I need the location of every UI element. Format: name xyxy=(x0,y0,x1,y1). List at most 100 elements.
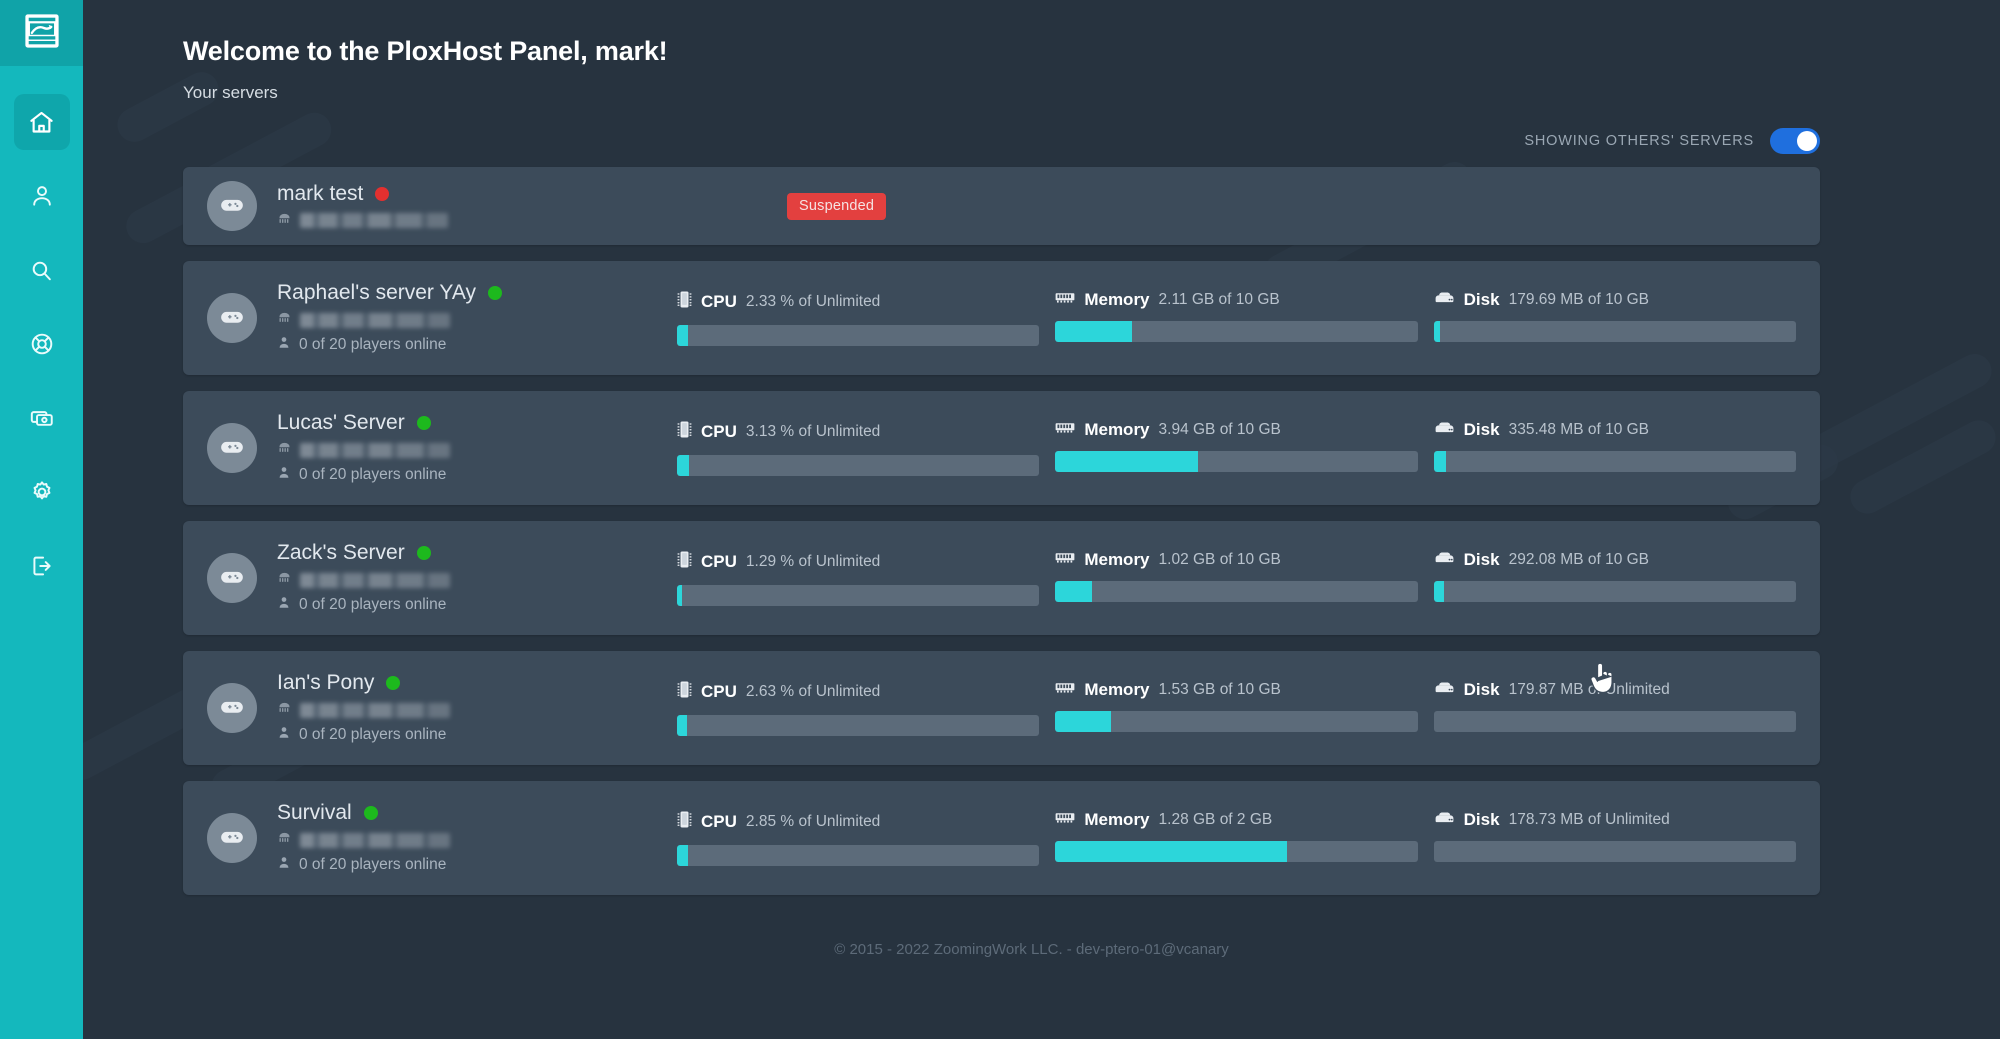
app-logo[interactable] xyxy=(0,0,83,66)
stat-memory: Memory 2.11 GB of 10 GB xyxy=(1055,290,1418,346)
players-online: 0 of 20 players online xyxy=(277,595,450,615)
server-text: Zack's Server 0 of 20 players online xyxy=(277,541,450,615)
server-address xyxy=(277,310,502,330)
home-icon xyxy=(28,109,55,136)
server-row[interactable]: Raphael's server YAy 0 of 20 players onl… xyxy=(183,261,1820,375)
sidebar-item-dashboard[interactable] xyxy=(13,94,70,150)
status-dot-online xyxy=(386,676,401,690)
stat-cpu-bar xyxy=(677,455,1040,476)
memory-icon xyxy=(1055,680,1075,700)
sidebar-item-account[interactable] xyxy=(14,168,70,224)
players-online-label: 0 of 20 players online xyxy=(299,336,447,353)
disk-icon xyxy=(1434,680,1455,700)
network-icon xyxy=(277,310,292,330)
show-others-toggle[interactable] xyxy=(1770,128,1820,154)
main-area: Welcome to the PloxHost Panel, mark! You… xyxy=(83,0,2000,1039)
cpu-icon xyxy=(677,290,692,314)
server-name-line: mark test xyxy=(277,182,448,206)
avatar xyxy=(207,553,257,603)
players-icon xyxy=(277,725,291,745)
status-dot-online xyxy=(487,286,502,300)
stat-cpu-bar-fill xyxy=(677,585,683,606)
stat-disk: Disk 179.87 MB of Unlimited xyxy=(1433,680,1796,736)
stat-disk: Disk 178.73 MB of Unlimited xyxy=(1433,810,1796,866)
server-identity: Ian's Pony 0 of 20 players online xyxy=(207,671,677,745)
stat-memory-header: Memory 1.53 GB of 10 GB xyxy=(1055,680,1417,700)
stat-cpu-bar-fill xyxy=(677,325,688,346)
stat-cpu-header: CPU 2.33 % of Unlimited xyxy=(677,290,1039,314)
stat-memory: Memory 1.28 GB of 2 GB xyxy=(1055,810,1418,866)
network-icon xyxy=(277,570,292,590)
avatar xyxy=(207,293,257,343)
stat-disk: Disk 335.48 MB of 10 GB xyxy=(1433,420,1796,476)
redacted-ip-address xyxy=(300,572,450,588)
stat-memory-bar-fill xyxy=(1055,321,1132,342)
sidebar-item-support[interactable] xyxy=(14,316,70,372)
stat-memory-bar-fill xyxy=(1055,451,1199,472)
server-row[interactable]: Zack's Server 0 of 20 players online CPU… xyxy=(183,521,1820,635)
stat-memory-bar-fill xyxy=(1055,711,1111,732)
gamepad-icon xyxy=(219,693,245,724)
sidebar-item-billing[interactable] xyxy=(14,390,70,446)
server-identity: Zack's Server 0 of 20 players online xyxy=(207,541,677,615)
stat-memory-header: Memory 2.11 GB of 10 GB xyxy=(1055,290,1417,310)
stat-disk-label: Disk xyxy=(1463,680,1500,699)
stat-cpu-label: CPU xyxy=(701,292,737,311)
memory-icon xyxy=(1055,550,1075,570)
show-others-label: SHOWING OTHERS' SERVERS xyxy=(1524,133,1754,149)
players-online: 0 of 20 players online xyxy=(277,855,450,875)
stat-cpu: CPU 3.13 % of Unlimited xyxy=(677,420,1040,476)
stat-memory-label: Memory xyxy=(1084,290,1150,309)
server-name: mark test xyxy=(277,181,364,205)
server-name: Zack's Server xyxy=(277,541,405,564)
sidebar-item-settings[interactable] xyxy=(14,464,70,520)
stat-memory-bar xyxy=(1055,321,1418,342)
stat-cpu-label: CPU xyxy=(701,682,737,701)
server-name: Survival xyxy=(277,801,352,824)
cpu-icon xyxy=(677,680,692,704)
stat-disk-bar xyxy=(1433,321,1796,342)
disk-icon xyxy=(1434,290,1455,310)
stat-memory: Memory 3.94 GB of 10 GB xyxy=(1055,420,1418,476)
server-address xyxy=(277,211,448,231)
server-name: Lucas' Server xyxy=(277,411,405,434)
server-stats: CPU 3.13 % of Unlimited Memory 3.94 GB o… xyxy=(677,420,1796,476)
stat-memory-label: Memory xyxy=(1084,680,1150,699)
status-dot-online xyxy=(363,806,378,820)
stat-cpu-header: CPU 3.13 % of Unlimited xyxy=(677,420,1039,444)
toggle-knob xyxy=(1797,131,1817,151)
stat-cpu-bar-fill xyxy=(677,455,689,476)
stat-cpu-label: CPU xyxy=(701,422,737,441)
server-row[interactable]: mark test Suspended xyxy=(183,167,1820,245)
stat-disk-label: Disk xyxy=(1463,550,1500,569)
sidebar-item-logout[interactable] xyxy=(14,538,70,594)
stat-disk-header: Disk 179.69 MB of 10 GB xyxy=(1434,290,1796,310)
server-row[interactable]: Survival 0 of 20 players online CPU 2.85… xyxy=(183,781,1820,895)
status-badge: Suspended xyxy=(787,192,887,220)
players-online: 0 of 20 players online xyxy=(277,465,450,485)
stat-cpu-value: 3.13 % of Unlimited xyxy=(745,423,881,440)
page-title: Welcome to the PloxHost Panel, mark! xyxy=(183,36,668,66)
sidebar-item-search[interactable] xyxy=(14,242,70,298)
status-dot-online xyxy=(416,546,431,560)
page-subtitle: Your servers xyxy=(183,83,278,102)
sidebar-nav xyxy=(13,94,70,612)
gamepad-icon xyxy=(219,303,245,334)
stat-disk-value: 179.87 MB of Unlimited xyxy=(1508,681,1670,698)
network-icon xyxy=(277,440,292,460)
server-row[interactable]: Lucas' Server 0 of 20 players online CPU… xyxy=(183,391,1820,505)
server-row[interactable]: Ian's Pony 0 of 20 players online CPU 2.… xyxy=(183,651,1820,765)
gear-icon xyxy=(29,479,55,505)
stat-disk-header: Disk 335.48 MB of 10 GB xyxy=(1434,420,1796,440)
network-icon xyxy=(277,700,292,720)
server-name-line: Raphael's server YAy xyxy=(277,281,502,305)
redacted-ip-address xyxy=(300,832,450,848)
status-dot-offline xyxy=(375,186,390,201)
stat-cpu-header: CPU 1.29 % of Unlimited xyxy=(677,550,1039,574)
gamepad-icon xyxy=(219,433,245,464)
stat-memory-bar-fill xyxy=(1055,581,1093,602)
server-stats: CPU 2.63 % of Unlimited Memory 1.53 GB o… xyxy=(677,680,1796,736)
stat-disk-label: Disk xyxy=(1463,420,1500,439)
players-icon xyxy=(277,855,291,875)
server-identity: Lucas' Server 0 of 20 players online xyxy=(207,411,677,485)
